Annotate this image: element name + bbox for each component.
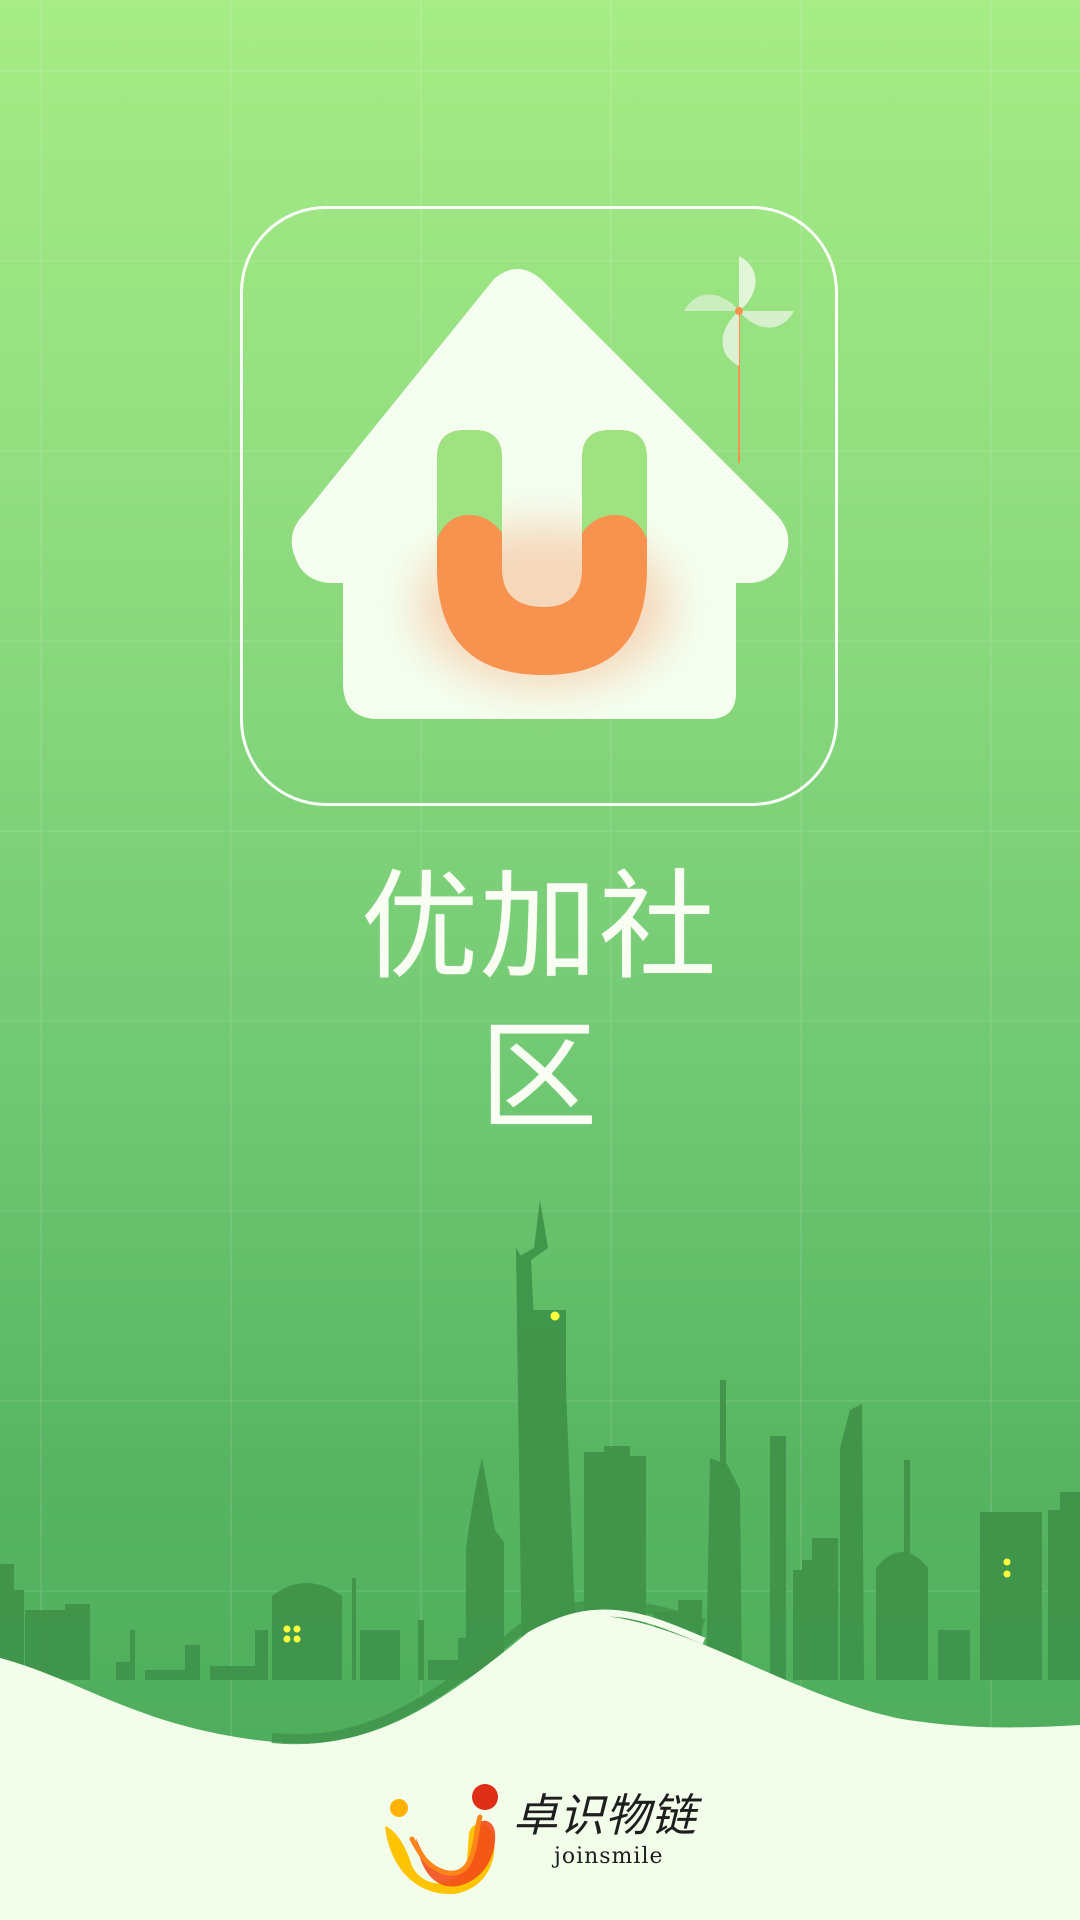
brand-logo: 卓识物链 joinsmile	[376, 1778, 706, 1896]
house-u-logo-icon	[291, 256, 794, 719]
app-title: 优加社区	[360, 858, 718, 1146]
brand-english-name: joinsmile	[554, 1844, 664, 1869]
brand-chinese-name: 卓识物链	[513, 1789, 698, 1842]
joinsmile-logo-icon	[385, 1784, 498, 1895]
pinwheel-icon	[684, 256, 794, 463]
splash-screen: 优加社区 卓识物链 joinsmile	[0, 0, 1080, 1920]
app-logo-frame	[240, 206, 838, 806]
